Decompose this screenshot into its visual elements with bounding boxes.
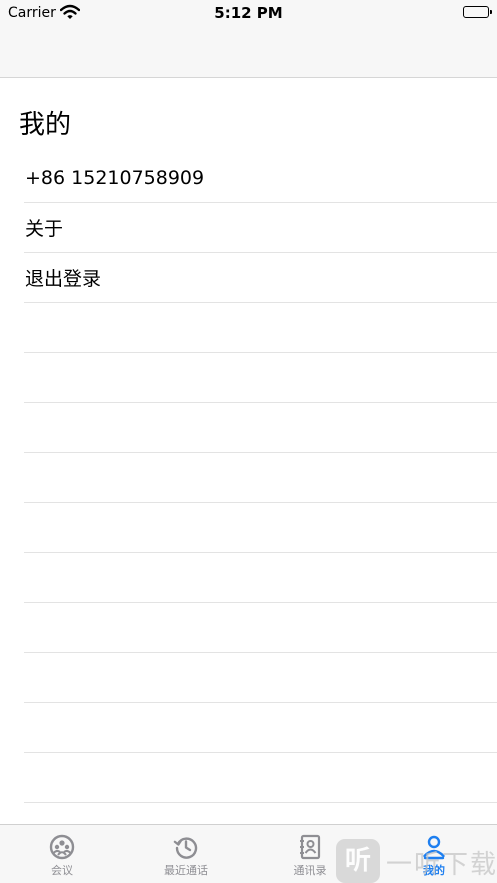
navigation-bar <box>0 28 497 78</box>
empty-row <box>24 653 497 703</box>
status-bar: Carrier 5:12 PM <box>0 0 497 28</box>
watermark-badge: 听 <box>336 839 380 883</box>
tab-meeting-label: 会议 <box>51 864 73 877</box>
empty-row <box>24 403 497 453</box>
list-item-about[interactable]: 关于 <box>24 203 497 253</box>
watermark-logo: 听 一听下载 <box>336 836 497 883</box>
empty-row <box>24 553 497 603</box>
settings-list: +86 15210758909 关于 退出登录 <box>24 153 497 803</box>
list-item-phone[interactable]: +86 15210758909 <box>24 153 497 203</box>
phone-number-label: +86 15210758909 <box>25 166 205 189</box>
empty-row <box>24 453 497 503</box>
meeting-icon <box>49 834 75 860</box>
tab-meeting[interactable]: 会议 <box>0 825 124 883</box>
list-item-logout[interactable]: 退出登录 <box>24 253 497 303</box>
page-title: 我的 <box>19 110 72 140</box>
watermark-text: 一听下载 <box>386 850 497 880</box>
battery-icon <box>463 6 492 18</box>
tab-recent-calls[interactable]: 最近通话 <box>124 825 248 883</box>
empty-row <box>24 303 497 353</box>
contacts-icon <box>297 834 323 860</box>
status-time: 5:12 PM <box>214 4 283 22</box>
empty-row <box>24 603 497 653</box>
logout-label: 退出登录 <box>25 268 102 290</box>
tab-recent-calls-label: 最近通话 <box>164 864 208 877</box>
history-icon <box>173 834 199 860</box>
about-label: 关于 <box>25 218 64 240</box>
empty-row <box>24 703 497 753</box>
empty-row <box>24 353 497 403</box>
empty-row <box>24 753 497 803</box>
empty-row <box>24 503 497 553</box>
